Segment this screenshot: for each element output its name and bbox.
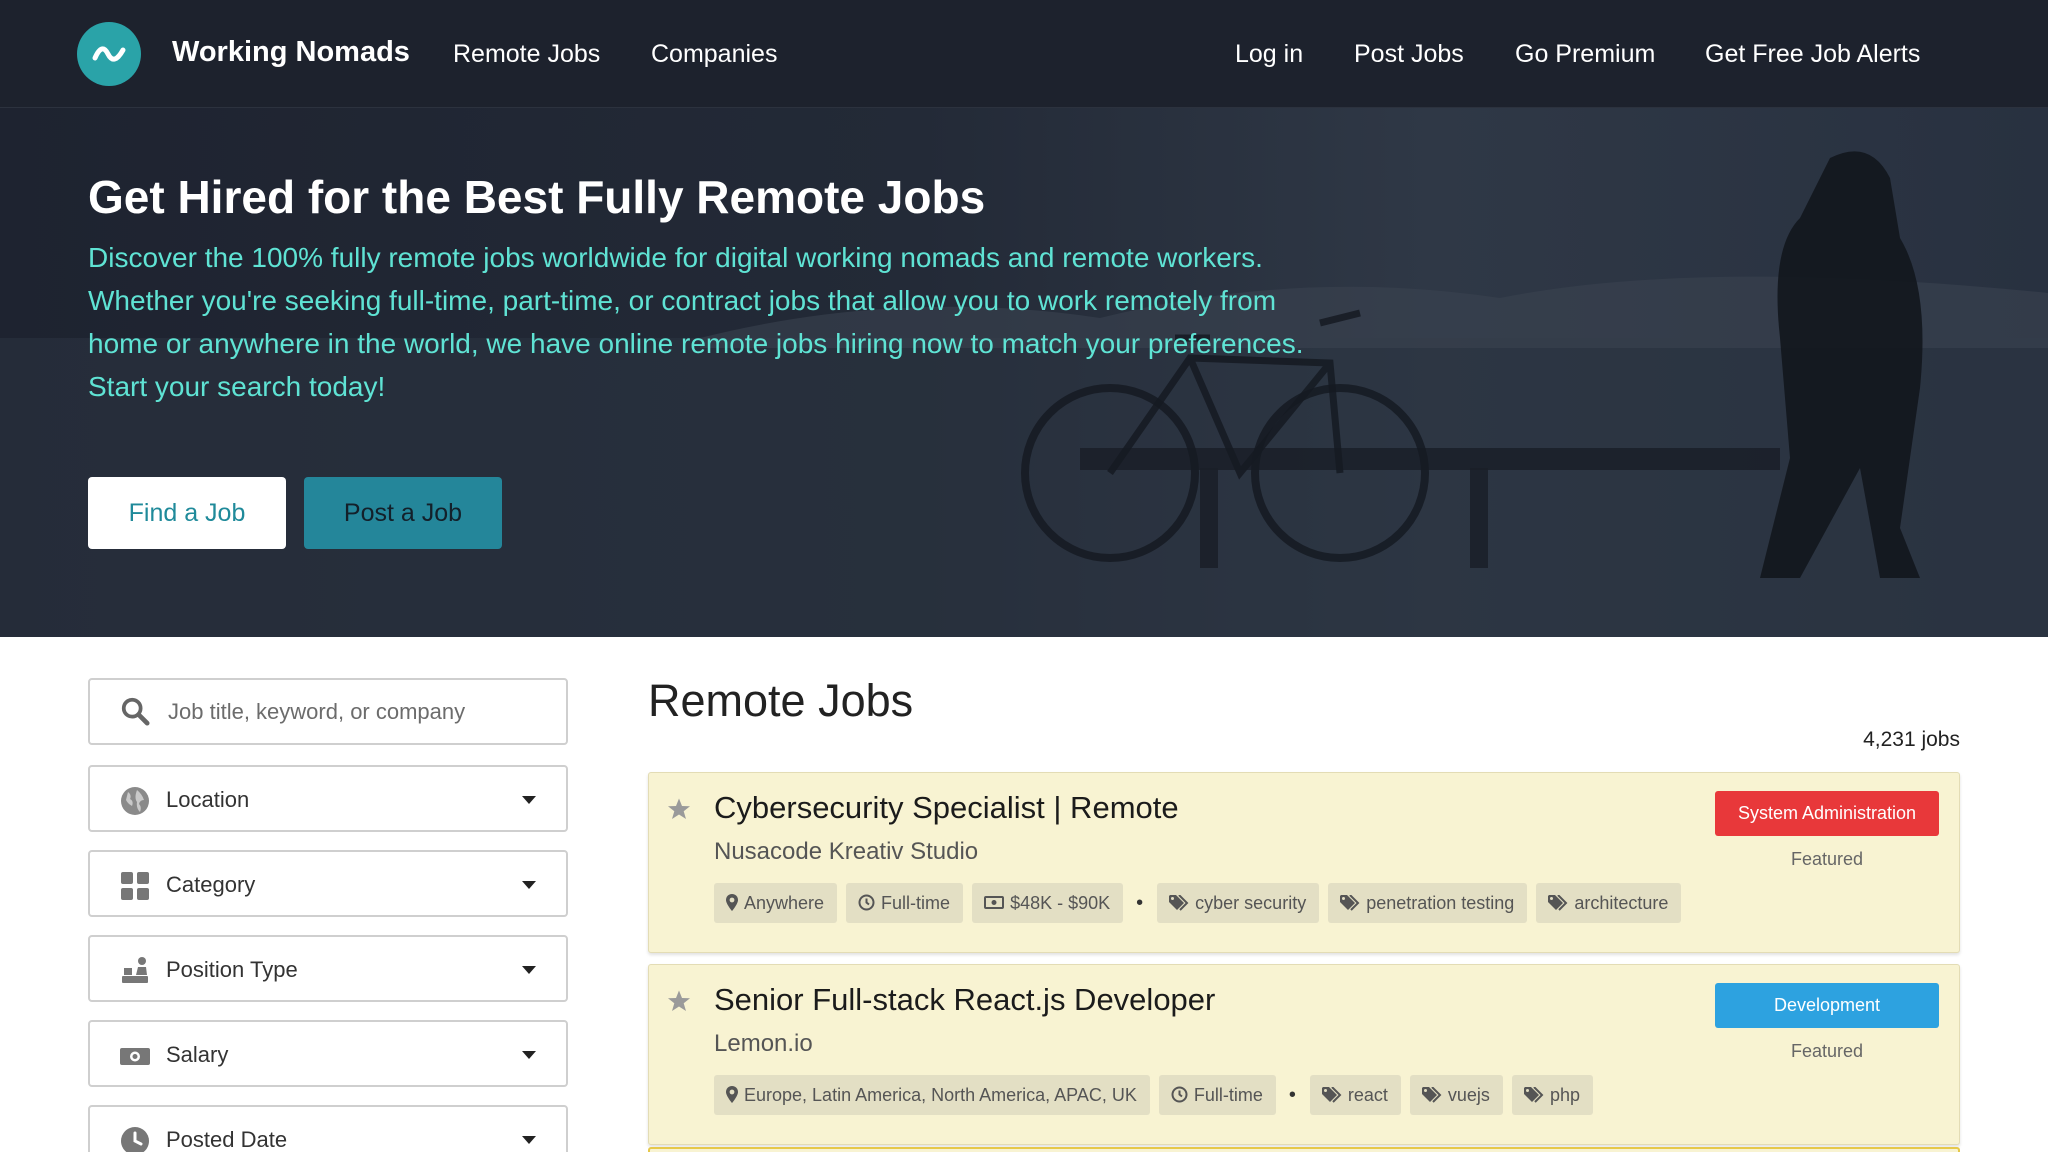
location-tag: Anywhere [714, 883, 838, 923]
search-input[interactable] [168, 694, 548, 730]
nav-free-job-alerts[interactable]: Get Free Job Alerts [1705, 38, 1920, 70]
posted-date-dropdown[interactable]: Posted Date [88, 1105, 568, 1152]
job-count: 4,231 jobs [1863, 728, 1960, 751]
type-tag: Full-time [846, 883, 964, 923]
chevron-down-icon [522, 1051, 536, 1059]
nav-log-in[interactable]: Log in [1235, 38, 1303, 70]
find-job-button[interactable]: Find a Job [88, 477, 286, 549]
job-title[interactable]: Senior Full-stack React.js Developer [714, 981, 1215, 1019]
salary-tag: $48K - $90K [972, 883, 1124, 923]
tag-icon [1548, 894, 1568, 911]
skill-tag[interactable]: cyber security [1157, 883, 1320, 923]
grid-icon [121, 872, 149, 900]
job-title[interactable]: Cybersecurity Specialist | Remote [714, 789, 1179, 827]
skill-tag[interactable]: vuejs [1409, 1075, 1503, 1115]
skill-tag[interactable]: penetration testing [1328, 883, 1528, 923]
type-text: Full-time [1193, 1085, 1263, 1105]
map-pin-icon [726, 894, 738, 912]
logo-icon[interactable] [77, 22, 141, 86]
salary-label: Salary [166, 1042, 229, 1067]
money-icon [984, 896, 1005, 910]
page-title: Remote Jobs [648, 675, 914, 726]
job-card[interactable]: Cybersecurity Specialist | Remote Nusaco… [648, 772, 1960, 953]
position-type-label: Position Type [166, 957, 298, 982]
worker-icon [122, 957, 148, 983]
location-text: Europe, Latin America, North America, AP… [744, 1085, 1137, 1105]
company-name[interactable]: Nusacode Kreativ Studio [714, 837, 978, 867]
star-icon[interactable] [667, 797, 691, 821]
skill-text: react [1347, 1085, 1388, 1105]
job-tags: Anywhere Full-time $48K - $90K • cyber secur… [714, 883, 1690, 923]
category-label: Category [166, 872, 256, 897]
skill-text: vuejs [1447, 1085, 1490, 1105]
hero-banner: Get Hired for the Best Fully Remote Jobs… [0, 108, 2048, 637]
posted-date-label: Posted Date [166, 1127, 288, 1152]
category-dropdown[interactable]: Category [88, 850, 568, 917]
skill-text: penetration testing [1366, 893, 1515, 913]
clock-icon [121, 1127, 149, 1152]
chevron-down-icon [522, 881, 536, 889]
category-badge[interactable]: System Administration [1715, 791, 1939, 836]
search-icon [121, 697, 150, 726]
location-tag: Europe, Latin America, North America, AP… [714, 1075, 1150, 1115]
tag-icon [1421, 1086, 1442, 1103]
nav-post-jobs[interactable]: Post Jobs [1354, 38, 1464, 70]
location-label: Location [166, 787, 250, 812]
skill-tag[interactable]: architecture [1536, 883, 1682, 923]
post-job-button[interactable]: Post a Job [304, 477, 502, 549]
clock-icon [858, 894, 875, 911]
skill-text: php [1549, 1085, 1580, 1105]
featured-label: Featured [1790, 849, 1864, 869]
tag-icon [1321, 1086, 1342, 1103]
salary-text: $48K - $90K [1010, 893, 1111, 913]
map-pin-icon [726, 1086, 738, 1104]
skill-text: architecture [1574, 893, 1669, 913]
hero-title: Get Hired for the Best Fully Remote Jobs [88, 171, 986, 223]
star-icon[interactable] [667, 989, 691, 1013]
tag-icon [1169, 894, 1189, 911]
hero-description: Discover the 100% fully remote jobs worl… [88, 242, 1304, 402]
category-badge[interactable]: Development [1715, 983, 1939, 1028]
skill-tag[interactable]: react [1309, 1075, 1401, 1115]
skill-tag[interactable]: php [1511, 1075, 1593, 1115]
featured-label: Featured [1790, 1041, 1864, 1061]
type-text: Full-time [881, 893, 951, 913]
top-navbar: Working Nomads Remote Jobs Companies Log… [0, 0, 2048, 108]
brand-name[interactable]: Working Nomads [172, 36, 410, 68]
company-name[interactable]: Lemon.io [714, 1029, 813, 1059]
job-card[interactable]: Senior Full-stack React.js Developer Lem… [648, 964, 1960, 1145]
clock-icon [1171, 1086, 1188, 1103]
nav-go-premium[interactable]: Go Premium [1515, 38, 1655, 70]
type-tag: Full-time [1158, 1075, 1276, 1115]
skill-text: cyber security [1195, 893, 1307, 913]
separator-dot: • [1136, 892, 1144, 914]
chevron-down-icon [522, 796, 536, 804]
location-dropdown[interactable]: Location [88, 765, 568, 832]
money-icon [120, 1048, 150, 1065]
chevron-down-icon [522, 966, 536, 974]
nav-companies[interactable]: Companies [651, 38, 777, 70]
job-tags: Europe, Latin America, North America, AP… [714, 1075, 1602, 1115]
globe-icon [121, 787, 149, 815]
separator-dot: • [1288, 1084, 1296, 1106]
chevron-down-icon [522, 1136, 536, 1144]
salary-dropdown[interactable]: Salary [88, 1020, 568, 1087]
search-field[interactable] [88, 678, 568, 745]
tag-icon [1340, 894, 1360, 911]
location-text: Anywhere [744, 893, 825, 913]
job-card-partial[interactable] [648, 1147, 1960, 1152]
position-type-dropdown[interactable]: Position Type [88, 935, 568, 1002]
nav-remote-jobs[interactable]: Remote Jobs [453, 38, 600, 70]
tag-icon [1523, 1086, 1544, 1103]
